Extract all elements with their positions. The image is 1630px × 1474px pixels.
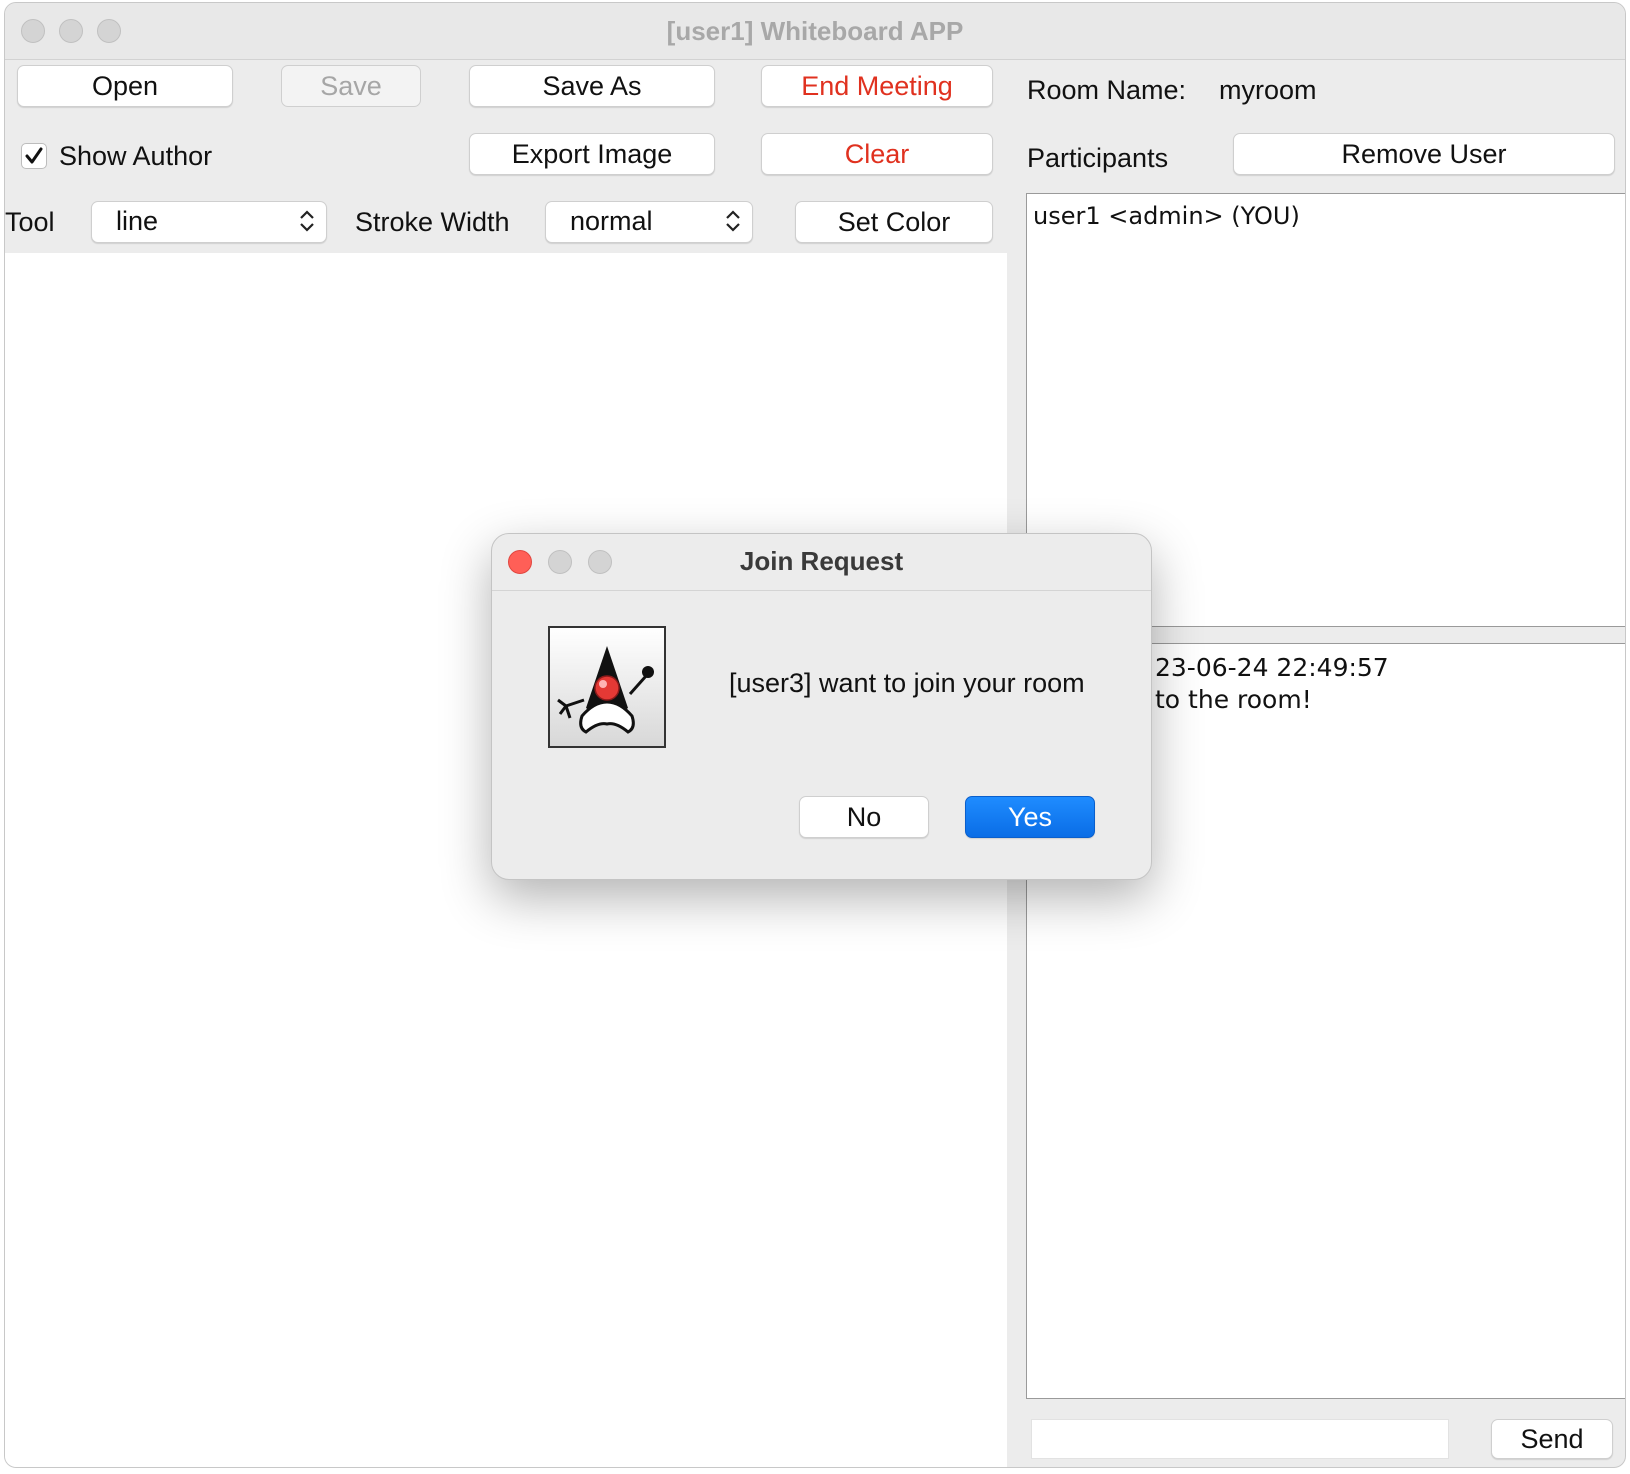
clear-button[interactable]: Clear (761, 133, 993, 175)
java-duke-icon (548, 626, 666, 748)
chevron-updown-icon (300, 210, 314, 232)
tool-select-value: line (116, 206, 159, 236)
end-meeting-button[interactable]: End Meeting (761, 65, 993, 107)
yes-button[interactable]: Yes (965, 796, 1095, 838)
participants-label: Participants (1027, 143, 1169, 173)
show-author-label: Show Author (59, 141, 213, 171)
export-image-button[interactable]: Export Image (469, 133, 715, 175)
set-color-button[interactable]: Set Color (795, 201, 993, 243)
dialog-divider (492, 590, 1151, 591)
checkmark-icon (25, 147, 43, 164)
save-button[interactable]: Save (281, 65, 421, 107)
title-bar: [user1] Whiteboard APP (5, 3, 1625, 60)
dialog-title: Join Request (739, 546, 904, 576)
open-button[interactable]: Open (17, 65, 233, 107)
dialog-message: [user3] want to join your room (729, 668, 1085, 698)
room-name-label: Room Name: (1027, 75, 1187, 105)
stroke-width-select[interactable]: normal (545, 201, 753, 243)
send-button[interactable]: Send (1491, 1419, 1613, 1459)
tool-select[interactable]: line (91, 201, 327, 243)
tool-label: Tool (5, 207, 55, 237)
room-name-value: myroom (1219, 75, 1317, 105)
list-item[interactable]: user1 <admin> (YOU) (1027, 194, 1625, 238)
chevron-updown-icon (726, 210, 740, 232)
stroke-width-label: Stroke Width (355, 207, 510, 237)
stroke-width-select-value: normal (570, 206, 653, 236)
join-request-dialog: Join Request [user3] want to join your r… (491, 533, 1152, 880)
window-title: [user1] Whiteboard APP (666, 16, 964, 46)
chat-input[interactable] (1031, 1419, 1449, 1459)
save-as-button[interactable]: Save As (469, 65, 715, 107)
show-author-checkbox[interactable] (21, 143, 47, 169)
remove-user-button[interactable]: Remove User (1233, 133, 1615, 175)
no-button[interactable]: No (799, 796, 929, 838)
